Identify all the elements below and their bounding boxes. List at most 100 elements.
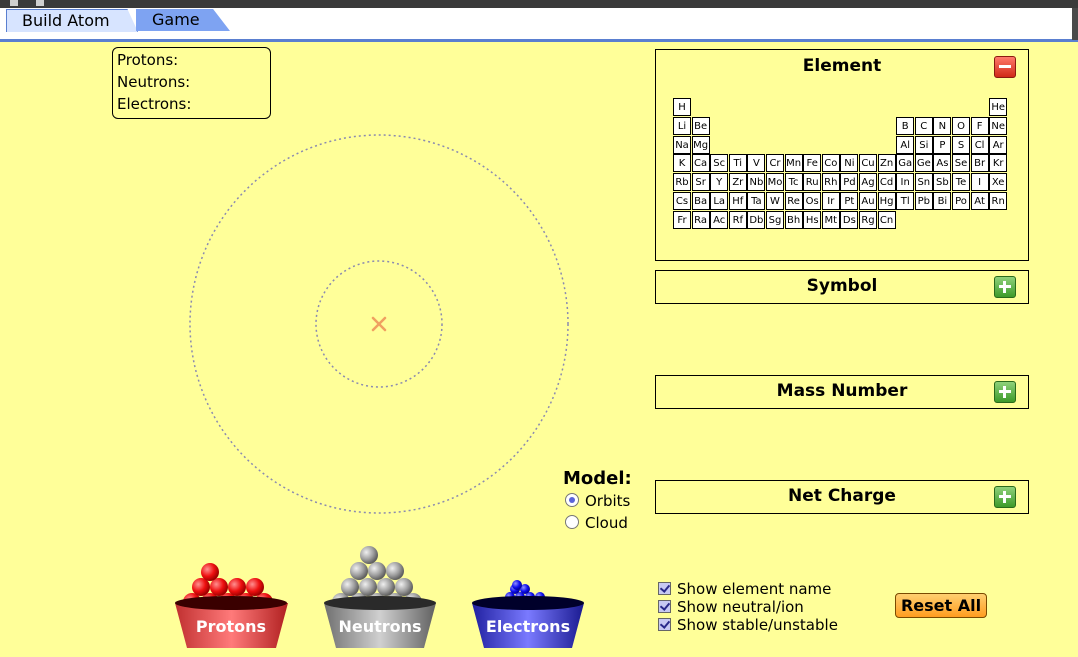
radio-button[interactable] [565,493,579,507]
element-cell-bh[interactable]: Bh [784,210,803,229]
checkbox[interactable] [658,618,671,631]
particle[interactable] [360,546,378,564]
element-cell-cn[interactable]: Cn [877,210,896,229]
element-cell-ni[interactable]: Ni [840,154,859,173]
element-cell-rb[interactable]: Rb [673,173,691,192]
element-cell-cd[interactable]: Cd [877,173,896,192]
element-cell-rn[interactable]: Rn [989,192,1008,210]
element-cell-sb[interactable]: Sb [933,173,952,192]
expand-plus-icon[interactable] [994,381,1016,403]
element-cell-cl[interactable]: Cl [970,135,989,154]
element-cell-rg[interactable]: Rg [859,210,877,229]
element-cell-b[interactable]: B [896,116,915,135]
element-cell-zr[interactable]: Zr [728,173,747,192]
particle[interactable] [246,578,264,596]
element-cell-ru[interactable]: Ru [803,173,822,192]
element-cell-as[interactable]: As [933,154,952,173]
particle[interactable] [192,578,210,596]
checkbox[interactable] [658,582,671,595]
particle[interactable] [201,563,219,581]
element-cell-tl[interactable]: Tl [896,192,915,210]
collapse-minus-icon[interactable] [994,56,1016,78]
element-cell-ba[interactable]: Ba [691,192,710,210]
element-cell-fr[interactable]: Fr [673,210,691,229]
element-cell-re[interactable]: Re [784,192,803,210]
element-cell-tc[interactable]: Tc [784,173,803,192]
element-cell-at[interactable]: At [970,192,989,210]
element-cell-w[interactable]: W [766,192,784,210]
element-cell-cr[interactable]: Cr [766,154,784,173]
radio-button[interactable] [565,515,579,529]
element-cell-kr[interactable]: Kr [989,154,1008,173]
element-cell-s[interactable]: S [952,135,970,154]
element-cell-ga[interactable]: Ga [896,154,915,173]
electrons-bucket[interactable] [472,580,584,648]
model-option-orbits[interactable]: Orbits [565,492,630,510]
element-cell-mg[interactable]: Mg [691,135,710,154]
element-cell-co[interactable]: Co [821,154,840,173]
element-cell-mt[interactable]: Mt [821,210,840,229]
particle[interactable] [341,578,359,596]
element-cell-o[interactable]: O [952,116,970,135]
element-cell-k[interactable]: K [673,154,691,173]
element-cell-ds[interactable]: Ds [840,210,859,229]
element-cell-i[interactable]: I [970,173,989,192]
element-cell-te[interactable]: Te [952,173,970,192]
element-cell-br[interactable]: Br [970,154,989,173]
particle[interactable] [359,578,377,596]
element-cell-hg[interactable]: Hg [877,192,896,210]
element-cell-hs[interactable]: Hs [803,210,822,229]
element-cell-ti[interactable]: Ti [728,154,747,173]
element-cell-v[interactable]: V [747,154,766,173]
element-cell-ag[interactable]: Ag [859,173,877,192]
element-cell-xe[interactable]: Xe [989,173,1008,192]
particle[interactable] [368,562,386,580]
show-neutral-ion-option[interactable]: Show neutral/ion [658,598,804,616]
element-cell-nb[interactable]: Nb [747,173,766,192]
element-cell-ta[interactable]: Ta [747,192,766,210]
element-cell-ar[interactable]: Ar [989,135,1008,154]
element-cell-cs[interactable]: Cs [673,192,691,210]
element-cell-mo[interactable]: Mo [766,173,784,192]
element-cell-in[interactable]: In [896,173,915,192]
particle[interactable] [228,578,246,596]
particle[interactable] [210,578,228,596]
element-cell-pt[interactable]: Pt [840,192,859,210]
show-element-name-option[interactable]: Show element name [658,580,831,598]
particle[interactable] [386,562,404,580]
element-cell-se[interactable]: Se [952,154,970,173]
reset-all-button[interactable]: Reset All [895,593,987,618]
element-cell-sc[interactable]: Sc [710,154,729,173]
element-cell-sn[interactable]: Sn [914,173,933,192]
element-cell-rh[interactable]: Rh [821,173,840,192]
element-cell-li[interactable]: Li [673,116,691,135]
element-cell-f[interactable]: F [970,116,989,135]
element-cell-he[interactable]: He [989,98,1008,116]
element-cell-zn[interactable]: Zn [877,154,896,173]
element-cell-ra[interactable]: Ra [691,210,710,229]
element-cell-pb[interactable]: Pb [914,192,933,210]
element-cell-bi[interactable]: Bi [933,192,952,210]
element-cell-la[interactable]: La [710,192,729,210]
model-option-cloud[interactable]: Cloud [565,514,628,532]
element-cell-h[interactable]: H [673,98,691,116]
element-cell-hf[interactable]: Hf [728,192,747,210]
element-cell-n[interactable]: N [933,116,952,135]
element-cell-db[interactable]: Db [747,210,766,229]
element-cell-rf[interactable]: Rf [728,210,747,229]
element-cell-ge[interactable]: Ge [914,154,933,173]
element-cell-be[interactable]: Be [691,116,710,135]
element-cell-sr[interactable]: Sr [691,173,710,192]
element-cell-ca[interactable]: Ca [691,154,710,173]
element-cell-sg[interactable]: Sg [766,210,784,229]
element-cell-mn[interactable]: Mn [784,154,803,173]
particle[interactable] [350,562,368,580]
element-cell-c[interactable]: C [914,116,933,135]
element-cell-fe[interactable]: Fe [803,154,822,173]
element-cell-ne[interactable]: Ne [989,116,1008,135]
checkbox[interactable] [658,600,671,613]
element-cell-pd[interactable]: Pd [840,173,859,192]
element-cell-ac[interactable]: Ac [710,210,729,229]
element-cell-p[interactable]: P [933,135,952,154]
show-stable-unstable-option[interactable]: Show stable/unstable [658,616,838,634]
